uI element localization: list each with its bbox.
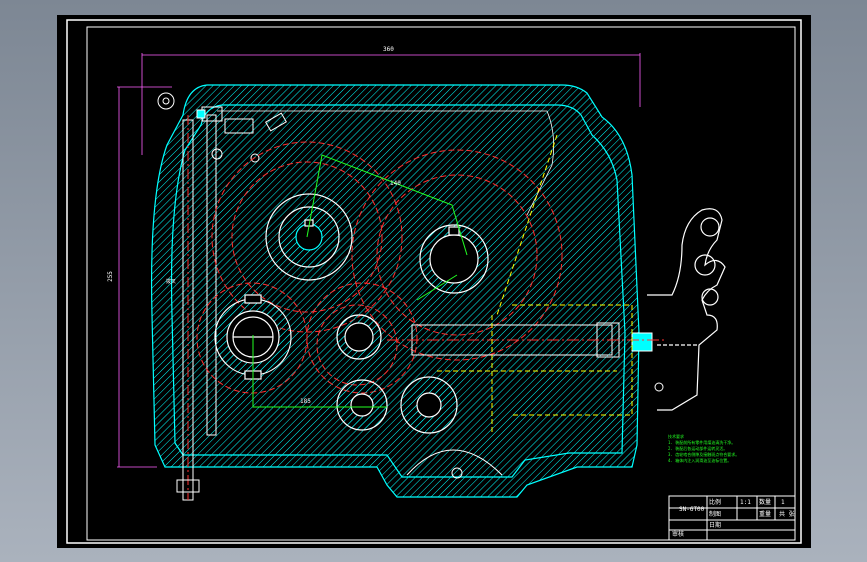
- title-block-quantity-value: 1: [781, 499, 785, 506]
- title-block-check-label: 审核: [672, 531, 685, 538]
- upper-gear: [265, 193, 353, 281]
- dimension-center-distance-text: 140: [390, 180, 401, 187]
- technical-notes: 技术要求 1. 装配前所有零件用煤油清洗干净。 2. 装配后各运动部件运转灵活。…: [668, 434, 739, 464]
- notes-line-4: 4. 箱体内注入润滑油至油标位置。: [668, 458, 732, 463]
- title-block-drawn-label: 制图: [709, 511, 722, 518]
- title-block-weight-label: 重量: [759, 511, 772, 518]
- side-label-text: 拨叉: [166, 279, 177, 285]
- lever-pivot: [654, 382, 664, 392]
- title-block-scale-label: 比例: [709, 499, 722, 506]
- title-block-scale-value: 1:1: [740, 499, 751, 506]
- right-gear: [419, 224, 489, 294]
- dimension-lower-span-text: 185: [300, 398, 311, 405]
- dimension-overall-height-text: 255: [106, 271, 114, 282]
- title-block: [668, 495, 796, 541]
- dimension-overall-width-text: 360: [383, 46, 394, 53]
- title-block-date-label: 日期: [709, 522, 722, 529]
- title-block-sheet-label: 共 张: [779, 511, 795, 518]
- shift-lever-handle: [647, 208, 726, 411]
- housing-wall: [150, 84, 640, 498]
- title-block-drawing-name: SN-6T00: [679, 506, 705, 513]
- cad-drawing-viewport[interactable]: 360 255 185 140 拨叉 技术要求 1. 装配前所有零件用煤油清洗干…: [57, 15, 811, 548]
- title-block-quantity-label: 数量: [759, 499, 772, 506]
- center-gear: [336, 314, 382, 360]
